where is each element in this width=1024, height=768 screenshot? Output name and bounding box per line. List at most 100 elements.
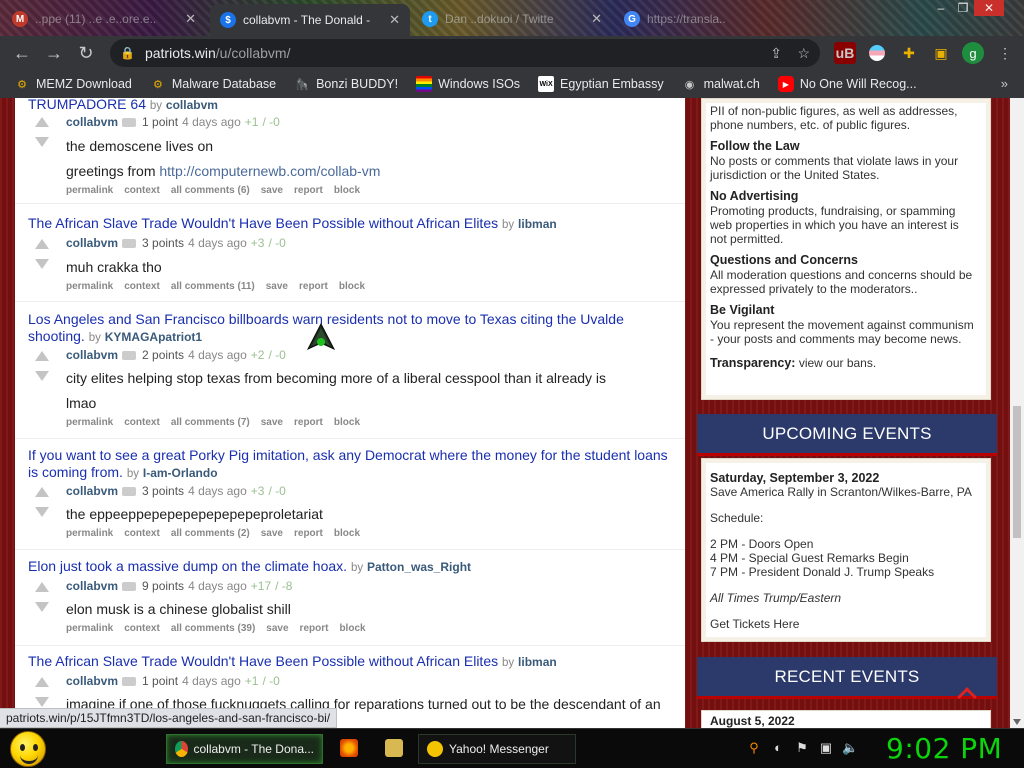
close-tab-icon[interactable]: ✕ bbox=[591, 11, 602, 27]
save-link[interactable]: save bbox=[266, 281, 288, 292]
downvote-arrow-icon[interactable] bbox=[35, 697, 49, 707]
close-window-icon[interactable]: ✕ bbox=[974, 0, 1004, 16]
page-scrollbar[interactable] bbox=[1010, 98, 1024, 728]
comment-username[interactable]: collabvm bbox=[66, 236, 118, 250]
back-arrow-icon[interactable]: ← bbox=[6, 37, 38, 69]
profile-avatar[interactable]: g bbox=[962, 42, 984, 64]
bookmark-egyptian-embassy[interactable]: WiX Egyptian Embassy bbox=[538, 76, 664, 92]
side-panel-icon[interactable]: ▣ bbox=[930, 42, 952, 64]
downvote-arrow-icon[interactable] bbox=[35, 137, 49, 147]
tab-3[interactable]: t Dan ..dokuoi / Twitte ✕ bbox=[412, 4, 612, 34]
block-link[interactable]: block bbox=[334, 528, 360, 539]
bookmark-bonzi-buddy[interactable]: 🦍 Bonzi BUDDY! bbox=[294, 76, 398, 92]
bookmark-windows-isos[interactable]: Windows ISOs bbox=[416, 76, 520, 92]
volume-icon[interactable]: 🔈 bbox=[842, 740, 858, 756]
comment-username[interactable]: collabvm bbox=[66, 484, 118, 498]
post-author-link[interactable]: libman bbox=[518, 217, 557, 231]
post-author-link[interactable]: Patton_was_Right bbox=[367, 560, 471, 574]
minimize-icon[interactable]: – bbox=[930, 0, 952, 16]
block-link[interactable]: block bbox=[334, 417, 360, 428]
post-title-link[interactable]: If you want to see a great Porky Pig imi… bbox=[28, 447, 668, 480]
share-icon[interactable]: ⇪ bbox=[770, 45, 782, 62]
reload-icon[interactable]: ↻ bbox=[70, 37, 102, 69]
bookmark-memz[interactable]: ⚙ MEMZ Download bbox=[14, 76, 132, 92]
close-tab-icon[interactable]: ✕ bbox=[185, 11, 196, 27]
all-comments-link[interactable]: all comments (39) bbox=[171, 623, 255, 634]
address-bar[interactable]: 🔒 patriots.win/u/collabvm/ ⇪ ☆ bbox=[110, 39, 820, 67]
tab-4[interactable]: G https://transla.. bbox=[614, 4, 754, 34]
taskbar-clock[interactable]: 9:02 PM bbox=[886, 732, 1002, 765]
report-link[interactable]: report bbox=[294, 185, 323, 196]
context-link[interactable]: context bbox=[124, 623, 160, 634]
downvote-arrow-icon[interactable] bbox=[35, 602, 49, 612]
permalink-link[interactable]: permalink bbox=[66, 528, 113, 539]
scrollbar-thumb[interactable] bbox=[1013, 406, 1021, 538]
comment-link[interactable]: http://computernewb.com/collab-vm bbox=[159, 163, 380, 179]
bookmark-malware-database[interactable]: ⚙ Malware Database bbox=[150, 76, 276, 92]
all-comments-link[interactable]: all comments (6) bbox=[171, 185, 250, 196]
upvote-arrow-icon[interactable] bbox=[35, 487, 49, 497]
post-title-link[interactable]: Elon just took a massive dump on the cli… bbox=[28, 558, 347, 574]
post-author-link[interactable]: libman bbox=[518, 655, 557, 669]
context-link[interactable]: context bbox=[124, 528, 160, 539]
post-title-link[interactable]: The African Slave Trade Wouldn't Have Be… bbox=[28, 215, 498, 231]
save-link[interactable]: save bbox=[261, 417, 283, 428]
context-link[interactable]: context bbox=[124, 185, 160, 196]
block-link[interactable]: block bbox=[334, 185, 360, 196]
permalink-link[interactable]: permalink bbox=[66, 281, 113, 292]
tray-status-icon[interactable]: ◐ bbox=[770, 740, 786, 756]
downvote-arrow-icon[interactable] bbox=[35, 259, 49, 269]
bookmark-star-icon[interactable]: ☆ bbox=[797, 45, 810, 62]
save-link[interactable]: save bbox=[261, 528, 283, 539]
scroll-to-top-icon[interactable] bbox=[955, 686, 981, 702]
comment-username[interactable]: collabvm bbox=[66, 579, 118, 593]
all-comments-link[interactable]: all comments (7) bbox=[171, 417, 250, 428]
action-center-icon[interactable]: ⚑ bbox=[794, 740, 810, 756]
taskbar-yahoo-task[interactable]: Yahoo! Messenger bbox=[418, 734, 576, 764]
permalink-link[interactable]: permalink bbox=[66, 417, 113, 428]
network-icon[interactable]: ▣ bbox=[818, 740, 834, 756]
block-link[interactable]: block bbox=[339, 281, 365, 292]
close-tab-icon[interactable]: ✕ bbox=[389, 12, 400, 28]
downvote-arrow-icon[interactable] bbox=[35, 371, 49, 381]
trans-flag-extension-icon[interactable] bbox=[869, 45, 885, 61]
upvote-arrow-icon[interactable] bbox=[35, 117, 49, 127]
search-tray-icon[interactable]: ⚲ bbox=[746, 740, 762, 756]
context-link[interactable]: context bbox=[124, 281, 160, 292]
bookmark-malwatch[interactable]: ◉ malwat.ch bbox=[682, 76, 760, 92]
start-button-icon[interactable] bbox=[10, 731, 46, 767]
report-link[interactable]: report bbox=[294, 528, 323, 539]
post-author-link[interactable]: I-am-Orlando bbox=[143, 466, 218, 480]
post-title-link[interactable]: The African Slave Trade Wouldn't Have Be… bbox=[28, 653, 498, 669]
report-link[interactable]: report bbox=[300, 623, 329, 634]
all-comments-link[interactable]: all comments (11) bbox=[171, 281, 255, 292]
folder-icon[interactable] bbox=[385, 739, 403, 757]
post-title-link[interactable]: TRUMPADORE 64 bbox=[28, 98, 146, 112]
view-bans-link[interactable]: view our bans. bbox=[799, 356, 876, 370]
upvote-arrow-icon[interactable] bbox=[35, 239, 49, 249]
taskbar-chrome-task[interactable]: collabvm - The Dona... bbox=[166, 734, 323, 764]
post-author-link[interactable]: KYMAGApatriot1 bbox=[105, 330, 202, 344]
tab-2[interactable]: $ collabvm - The Donald - ✕ bbox=[210, 4, 410, 36]
comment-username[interactable]: collabvm bbox=[66, 674, 118, 688]
context-link[interactable]: context bbox=[124, 417, 160, 428]
tab-1[interactable]: M ..ppe (11) ..e .e..ore.e.. ✕ bbox=[2, 4, 206, 34]
permalink-link[interactable]: permalink bbox=[66, 185, 113, 196]
ublock-icon[interactable]: uB bbox=[834, 42, 856, 64]
forward-arrow-icon[interactable]: → bbox=[38, 37, 70, 69]
save-link[interactable]: save bbox=[261, 185, 283, 196]
extensions-puzzle-icon[interactable]: ✚ bbox=[898, 42, 920, 64]
save-link[interactable]: save bbox=[266, 623, 288, 634]
get-tickets-link[interactable]: Get Tickets Here bbox=[710, 617, 980, 631]
upvote-arrow-icon[interactable] bbox=[35, 582, 49, 592]
report-link[interactable]: report bbox=[299, 281, 328, 292]
post-author-link[interactable]: collabvm bbox=[166, 98, 218, 112]
scroll-down-arrow-icon[interactable] bbox=[1013, 719, 1021, 725]
firefox-icon[interactable] bbox=[340, 739, 358, 757]
comment-username[interactable]: collabvm bbox=[66, 115, 118, 129]
bookmarks-overflow-icon[interactable]: » bbox=[1001, 76, 1008, 91]
menu-kebab-icon[interactable]: ⋮ bbox=[994, 42, 1016, 64]
comment-username[interactable]: collabvm bbox=[66, 348, 118, 362]
upvote-arrow-icon[interactable] bbox=[35, 351, 49, 361]
all-comments-link[interactable]: all comments (2) bbox=[171, 528, 250, 539]
